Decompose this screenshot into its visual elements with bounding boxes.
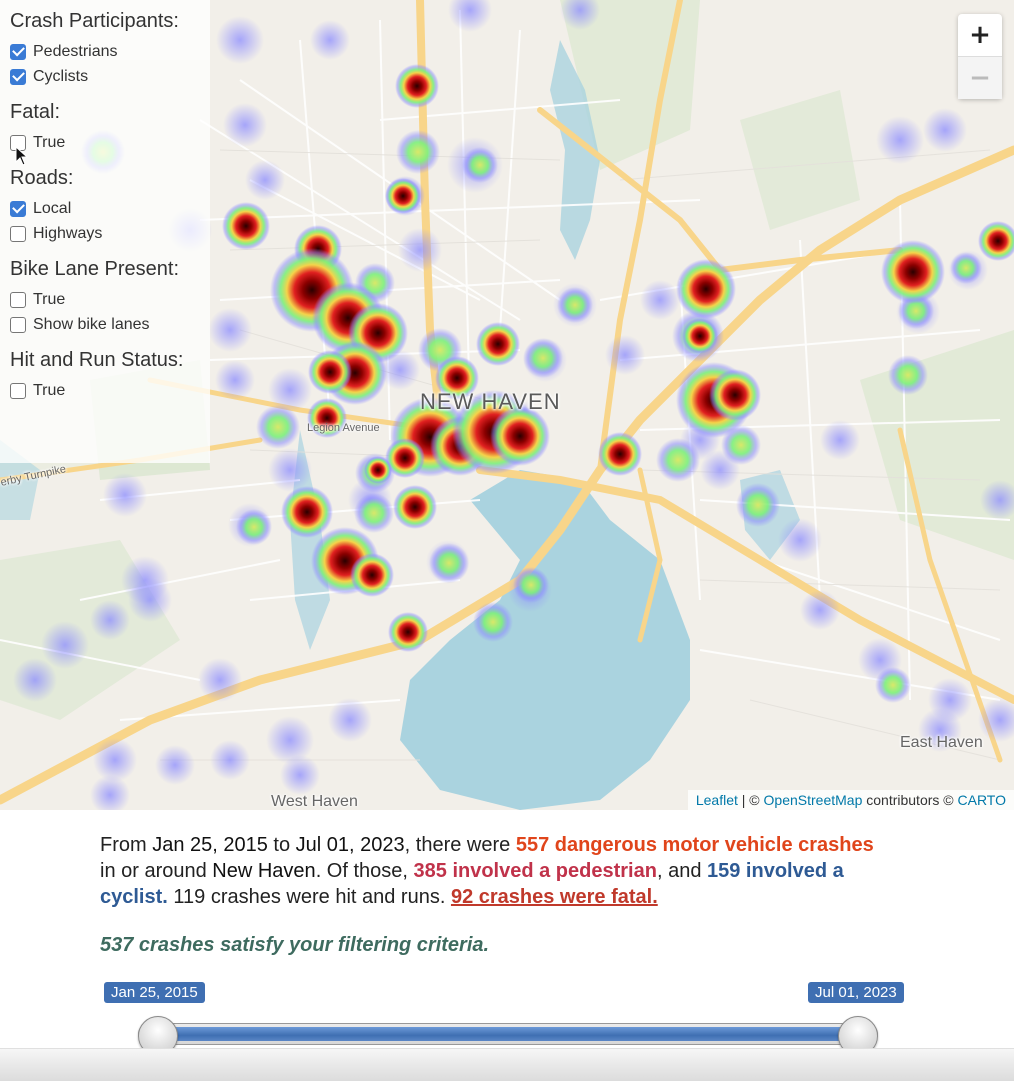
zoom-out-button[interactable]: − <box>958 56 1002 99</box>
summary-text: . Of those, <box>315 860 414 882</box>
place-label-west-haven: West Haven <box>271 793 358 810</box>
crash-summary: From Jan 25, 2015 to Jul 01, 2023, there… <box>100 832 890 910</box>
slider-start-date-label: Jan 25, 2015 <box>104 982 205 1003</box>
summary-fatal-link[interactable]: 92 crashes were fatal. <box>451 886 658 908</box>
summary-text: , there were <box>404 834 516 856</box>
crash-heatmap[interactable]: NEW HAVEN East Haven West Haven Legion A… <box>0 0 1014 810</box>
filter-group-bike-lane: Bike Lane Present: True Show bike lanes <box>10 258 210 337</box>
zoom-control: + − <box>958 14 1002 99</box>
checkbox-fatal-true[interactable]: True <box>10 130 210 155</box>
checkbox-label: Pedestrians <box>33 42 118 60</box>
filter-heading: Crash Participants: <box>10 10 179 32</box>
filter-heading: Fatal: <box>10 101 61 123</box>
checkbox-unchecked-icon[interactable] <box>10 291 26 308</box>
filter-group-fatal: Fatal: True <box>10 101 210 155</box>
checkbox-bike-lane-true[interactable]: True <box>10 287 210 312</box>
attribution-contributors: contributors © <box>862 792 958 808</box>
attribution-separator: | © <box>737 792 764 808</box>
summary-pedestrian-count: 385 involved a pedestrian <box>413 860 657 882</box>
slider-end-date-label: Jul 01, 2023 <box>808 982 904 1003</box>
city-label-new-haven: NEW HAVEN <box>420 389 561 414</box>
checkbox-unchecked-icon[interactable] <box>10 382 26 399</box>
summary-text: From <box>100 834 153 856</box>
filter-heading: Hit and Run Status: <box>10 349 184 371</box>
place-label-east-haven: East Haven <box>900 734 983 751</box>
summary-start-date: Jan 25, 2015 <box>152 834 268 856</box>
checkbox-pedestrians[interactable]: Pedestrians <box>10 39 210 64</box>
leaflet-link[interactable]: Leaflet <box>696 792 738 808</box>
checkbox-checked-icon[interactable] <box>10 200 26 217</box>
checkbox-checked-icon[interactable] <box>10 68 26 85</box>
filter-group-hit-and-run: Hit and Run Status: True <box>10 349 210 403</box>
checkbox-cyclists[interactable]: Cyclists <box>10 64 210 89</box>
checkbox-unchecked-icon[interactable] <box>10 225 26 242</box>
checkbox-hit-and-run-true[interactable]: True <box>10 378 210 403</box>
filter-heading: Bike Lane Present: <box>10 258 179 280</box>
zoom-in-button[interactable]: + <box>958 14 1002 56</box>
checkbox-label: True <box>33 290 66 308</box>
checkbox-roads-highways[interactable]: Highways <box>10 221 210 246</box>
carto-link[interactable]: CARTO <box>958 792 1007 808</box>
filter-heading: Roads: <box>10 167 74 189</box>
openstreetmap-link[interactable]: OpenStreetMap <box>764 792 863 808</box>
summary-text: to <box>267 834 296 856</box>
checkbox-label: True <box>33 133 66 151</box>
filter-group-participants: Crash Participants: Pedestrians Cyclists <box>10 10 210 89</box>
road-label-legion-avenue: Legion Avenue <box>307 422 380 434</box>
checkbox-label: Local <box>33 199 72 217</box>
summary-city: New Haven <box>212 860 316 882</box>
checkbox-unchecked-icon[interactable] <box>10 316 26 333</box>
checkbox-roads-local[interactable]: Local <box>10 196 210 221</box>
checkbox-label: Highways <box>33 224 103 242</box>
checkbox-show-bike-lanes[interactable]: Show bike lanes <box>10 312 210 337</box>
bottom-bar <box>0 1048 1014 1081</box>
summary-text: , and <box>656 860 707 882</box>
checkbox-label: Cyclists <box>33 67 89 85</box>
map-attribution: Leaflet | © OpenStreetMap contributors ©… <box>687 790 1014 810</box>
date-range-slider-fill <box>158 1027 858 1041</box>
summary-total-crashes: 557 dangerous motor vehicle crashes <box>515 834 874 856</box>
summary-text: in or around <box>100 860 213 882</box>
checkbox-label: Show bike lanes <box>33 315 150 333</box>
summary-end-date: Jul 01, 2023 <box>295 834 405 856</box>
summary-text: 119 crashes were hit and runs. <box>167 886 451 908</box>
checkbox-label: True <box>33 381 66 399</box>
filtered-count-text: 537 crashes satisfy your filtering crite… <box>100 934 490 956</box>
mouse-pointer-icon <box>15 146 29 166</box>
filter-group-roads: Roads: Local Highways <box>10 167 210 246</box>
checkbox-checked-icon[interactable] <box>10 43 26 60</box>
filter-panel: Crash Participants: Pedestrians Cyclists… <box>0 0 210 463</box>
